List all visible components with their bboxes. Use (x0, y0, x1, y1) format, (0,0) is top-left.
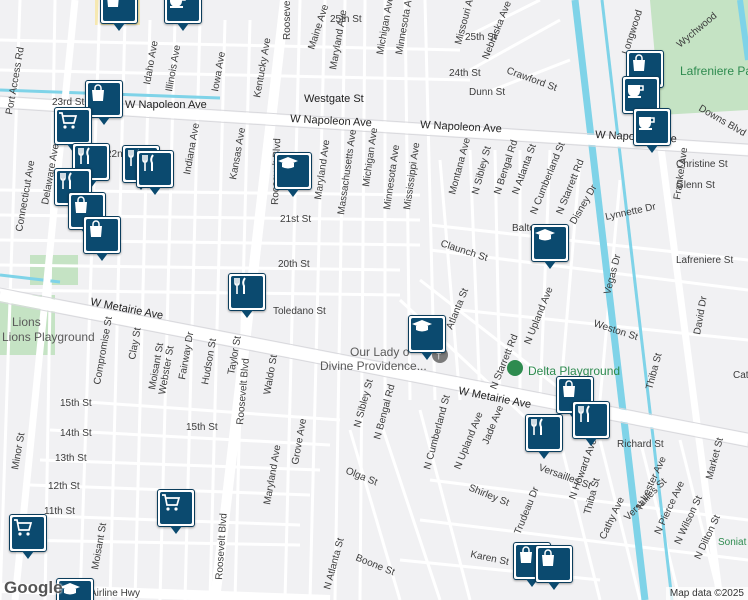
street-label-connecticut: Connecticut Ave (14, 159, 37, 232)
street-label-maryland-2: Maryland Ave (313, 139, 332, 201)
street-label-21st: 21st St (280, 214, 311, 225)
coffee-cup-icon[interactable] (164, 0, 202, 31)
street-label-indiana: Indiana Ave (182, 122, 202, 176)
street-label-maine: Maine Ave (306, 3, 331, 51)
street-label-david: David Dr (692, 295, 710, 336)
shopping-cart-icon[interactable] (54, 107, 92, 152)
fork-knife-icon[interactable] (572, 401, 610, 446)
street-label-atlanta: Atlanta St (445, 287, 472, 332)
street-label-idaho: Idaho Ave (142, 40, 161, 86)
map-canvas[interactable]: 25th St 25th St 24th St 23rd St 22nd St … (0, 0, 748, 600)
street-label-grove: Grove Ave (290, 417, 309, 465)
place-label-lions-1: Lions (12, 315, 41, 329)
street-label-longwood: Longwood (620, 9, 645, 56)
park-marker-icon[interactable] (507, 360, 523, 376)
street-label-nebraska: Nebraska Ave (481, 0, 515, 61)
fork-knife-icon[interactable] (525, 414, 563, 459)
shopping-bag-icon[interactable] (535, 545, 573, 590)
street-label-n-sibley: N Sibley St (470, 145, 493, 196)
street-label-cat: Cat (733, 370, 748, 381)
place-label-soniat: Soniat (718, 537, 747, 548)
street-label-fairway: Fairway Dr (177, 330, 196, 380)
shopping-bag-icon[interactable] (100, 0, 138, 31)
street-label-minnesota: Minnesota Ave (394, 0, 416, 56)
school-icon[interactable] (274, 152, 312, 197)
street-label-thiba: Thiba St (644, 352, 664, 391)
street-label-toledano: Toledano St (273, 306, 326, 317)
street-label-compromise: Compromise St (92, 316, 115, 386)
google-logo: Google (4, 578, 63, 597)
coffee-cup-icon[interactable] (633, 108, 671, 153)
street-label-n-sibley-2: N Sibley St (352, 378, 375, 429)
shopping-cart-icon[interactable] (157, 489, 195, 534)
street-label-20th: 20th St (278, 259, 310, 270)
street-label-frankel: Frankel Ave (672, 146, 690, 200)
street-label-massachusetts: Massachusetts Ave (336, 128, 359, 215)
fork-knife-icon[interactable] (228, 273, 266, 318)
street-label-n-bengal-2: N Bengal Rd (372, 383, 397, 441)
street-label-napoleon-upper: W Napoleon Ave (125, 99, 207, 111)
school-icon[interactable] (408, 315, 446, 360)
map-attribution[interactable]: Map data ©2025 (665, 587, 748, 600)
street-label-12th: 12th St (48, 481, 80, 492)
street-label-15th-b: 15th St (186, 422, 218, 433)
shopping-cart-icon[interactable] (9, 514, 47, 559)
street-label-lafreniere: Lafreniere St (676, 255, 733, 266)
street-label-iowa: Iowa Ave (210, 50, 228, 92)
street-label-napoleon-mid: W Napoleon Ave (290, 113, 372, 129)
street-label-n-atlanta-2: N Atlanta St (322, 537, 346, 591)
street-label-maryland-3: Maryland Ave (262, 444, 283, 506)
street-label-15th: 15th St (60, 398, 92, 409)
street-label-westgate: Westgate St (304, 93, 364, 105)
street-label-moisant-2: Moisant St (90, 522, 109, 571)
street-label-jade: Jade Ave (481, 404, 507, 447)
place-label-divine-providence: Divine Providence... (320, 359, 427, 373)
street-label-dunn: Dunn St (469, 87, 505, 98)
street-label-roosevelt-top: Roosevelt Blvd (282, 0, 293, 40)
street-label-illinois: Illinois Ave (164, 44, 183, 93)
fork-knife-icon[interactable] (136, 150, 174, 195)
street-label-11th: 11th St (44, 506, 75, 517)
street-label-richard: Richard St (617, 439, 664, 450)
school-icon[interactable] (531, 224, 569, 269)
place-label-lions: Lions Playground (2, 330, 95, 344)
street-label-13th: 13th St (55, 453, 87, 464)
street-label-crawford: Crawford St (505, 65, 559, 93)
street-label-minor: Minor St (10, 432, 27, 471)
place-label-lafreniere-park: Lafreniere Park (680, 64, 748, 78)
street-label-highway: Airline Hwy (90, 588, 140, 599)
place-label-our-lady: Our Lady o (350, 345, 410, 359)
street-label-market: Market St (704, 436, 726, 480)
street-label-claunch: Claunch St (439, 238, 489, 264)
street-label-lynnette: Lynnette Dr (604, 201, 657, 223)
street-label-24th: 24th St (449, 68, 481, 79)
shopping-bag-icon[interactable] (83, 216, 121, 261)
street-label-waldo: Waldo St (262, 354, 280, 396)
street-label-karen: Karen St (469, 549, 510, 568)
street-label-14th: 14th St (60, 428, 92, 439)
street-label-mississippi: Mississippi Ave (402, 141, 422, 210)
lafreniere-park-area (650, 0, 748, 115)
